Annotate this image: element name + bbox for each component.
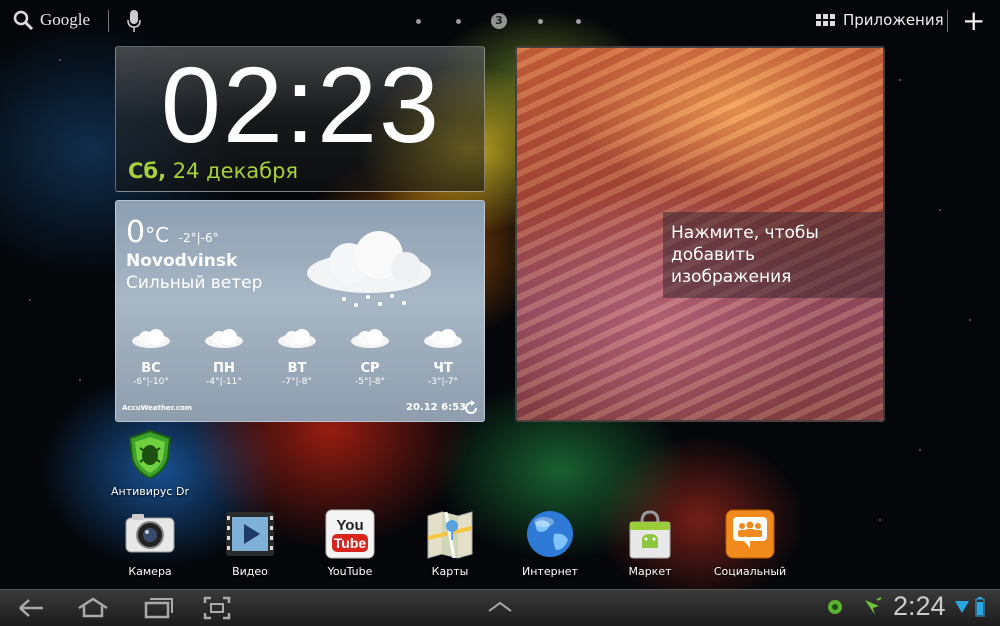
divider <box>108 10 109 32</box>
camera-icon <box>124 508 176 560</box>
photo-frame-widget[interactable]: Нажмите, чтобы добавить изображения <box>515 46 885 422</box>
forecast-day-2: ПН -4°|-11° <box>194 329 254 387</box>
forecast-day-3: ВТ -7°|-8° <box>267 329 327 387</box>
forecast-range: -4°|-11° <box>206 377 242 387</box>
page-dot-5[interactable] <box>576 19 581 24</box>
app-label: Видео <box>232 565 268 578</box>
notification-icon[interactable] <box>861 596 883 618</box>
current-temperature: 0°C -2°|-6° <box>126 215 219 250</box>
antivirus-status-icon[interactable] <box>826 598 844 616</box>
market-bag-icon <box>624 508 676 560</box>
app-label: YouTube <box>327 565 373 578</box>
refresh-icon[interactable] <box>462 399 480 417</box>
app-icon-social[interactable]: Социальный <box>705 508 795 578</box>
globe-icon <box>524 508 576 560</box>
snow-cloud-icon <box>307 231 431 307</box>
social-hub-icon <box>724 508 776 560</box>
apps-label: Приложения <box>843 11 944 29</box>
recent-apps-icon[interactable] <box>142 595 174 621</box>
voice-search-button[interactable] <box>126 9 142 37</box>
system-bar: 2:24 <box>0 589 1000 626</box>
forecast-range: -6°|-10° <box>133 377 169 387</box>
forecast-day-name: ПН <box>213 361 235 376</box>
app-icon-antivirus[interactable]: Антивирус Dr <box>105 428 195 498</box>
page-dot-4[interactable] <box>538 19 543 24</box>
add-widget-button[interactable]: + <box>962 7 985 35</box>
svg-text:You: You <box>336 517 363 534</box>
apps-grid-icon <box>816 14 835 26</box>
clock-time: 02:23 <box>160 44 442 165</box>
screenshot-icon[interactable] <box>202 595 232 621</box>
wifi-icon <box>955 601 969 613</box>
forecast-range: -3°|-7° <box>428 377 458 387</box>
clock-day: Сб, <box>128 159 167 183</box>
battery-icon <box>975 597 985 617</box>
search-icon <box>13 10 34 31</box>
weather-widget[interactable]: 0°C -2°|-6° Novodvinsk Сильный ветер ВС … <box>115 200 485 422</box>
weather-updated-time: 20.12 6:53 <box>406 402 466 413</box>
apps-button[interactable]: Приложения <box>816 11 944 29</box>
forecast-day-name: ВС <box>141 361 161 376</box>
snow-cloud-icon <box>132 329 170 348</box>
microphone-icon <box>127 10 141 32</box>
forecast-day-name: ЧТ <box>433 361 453 376</box>
divider <box>947 10 948 32</box>
forecast-day-5: ЧТ -3°|-7° <box>413 329 473 387</box>
chevron-up-icon[interactable] <box>487 600 513 614</box>
app-icon-camera[interactable]: Камера <box>105 508 195 578</box>
antivirus-icon <box>124 428 176 480</box>
weather-provider: AccuWeather.com <box>122 404 193 412</box>
weather-city: Novodvinsk <box>126 251 238 271</box>
snow-cloud-icon <box>351 329 389 348</box>
temperature-unit: °C <box>145 223 170 247</box>
top-bar: Google 3 Приложения + <box>0 0 1000 44</box>
snow-cloud-icon <box>278 329 316 348</box>
app-label: Социальный <box>713 565 787 578</box>
temperature-value: 0 <box>126 215 146 250</box>
forecast-day-name: ВТ <box>287 361 307 376</box>
app-label: Антивирус Dr <box>111 485 189 498</box>
forecast-day-4: СР -5°|-8° <box>340 329 400 387</box>
status-clock[interactable]: 2:24 <box>893 591 946 622</box>
snow-cloud-icon <box>424 329 462 348</box>
app-icon-video[interactable]: Видео <box>205 508 295 578</box>
app-label: Карты <box>431 565 469 578</box>
back-icon[interactable] <box>16 595 46 621</box>
youtube-icon: You Tube <box>324 508 376 560</box>
google-search-label: Google <box>40 10 91 29</box>
app-icon-maps[interactable]: Карты <box>405 508 495 578</box>
clock-widget[interactable]: 02:23 Сб, 24 декабря <box>115 46 485 192</box>
photo-frame-caption: Нажмите, чтобы добавить изображения <box>663 212 883 298</box>
snow-cloud-icon <box>205 329 243 348</box>
home-icon[interactable] <box>76 595 110 621</box>
video-player-icon <box>224 508 276 560</box>
app-label: Интернет <box>522 565 578 578</box>
page-dot-1[interactable] <box>416 19 421 24</box>
app-label: Маркет <box>628 565 672 578</box>
clock-date-text: 24 декабря <box>172 159 299 183</box>
page-dot-2[interactable] <box>456 19 461 24</box>
forecast-day-1: ВС -6°|-10° <box>121 329 181 387</box>
clock-date: Сб, 24 декабря <box>128 159 298 183</box>
app-label: Камера <box>128 565 172 578</box>
forecast-range: -5°|-8° <box>355 377 385 387</box>
app-icon-youtube[interactable]: You Tube YouTube <box>305 508 395 578</box>
svg-text:Tube: Tube <box>334 535 367 551</box>
forecast-range: -7°|-8° <box>282 377 312 387</box>
temperature-range: -2°|-6° <box>178 231 219 245</box>
plus-icon: + <box>962 4 986 37</box>
weather-condition: Сильный ветер <box>126 273 263 293</box>
google-search-button[interactable]: Google <box>12 9 90 31</box>
forecast-day-name: СР <box>360 361 380 376</box>
page-dot-current[interactable]: 3 <box>491 13 507 29</box>
app-icon-browser[interactable]: Интернет <box>505 508 595 578</box>
page-indicator: 3 <box>410 12 590 32</box>
app-icon-market[interactable]: Маркет <box>605 508 695 578</box>
maps-icon <box>424 508 476 560</box>
